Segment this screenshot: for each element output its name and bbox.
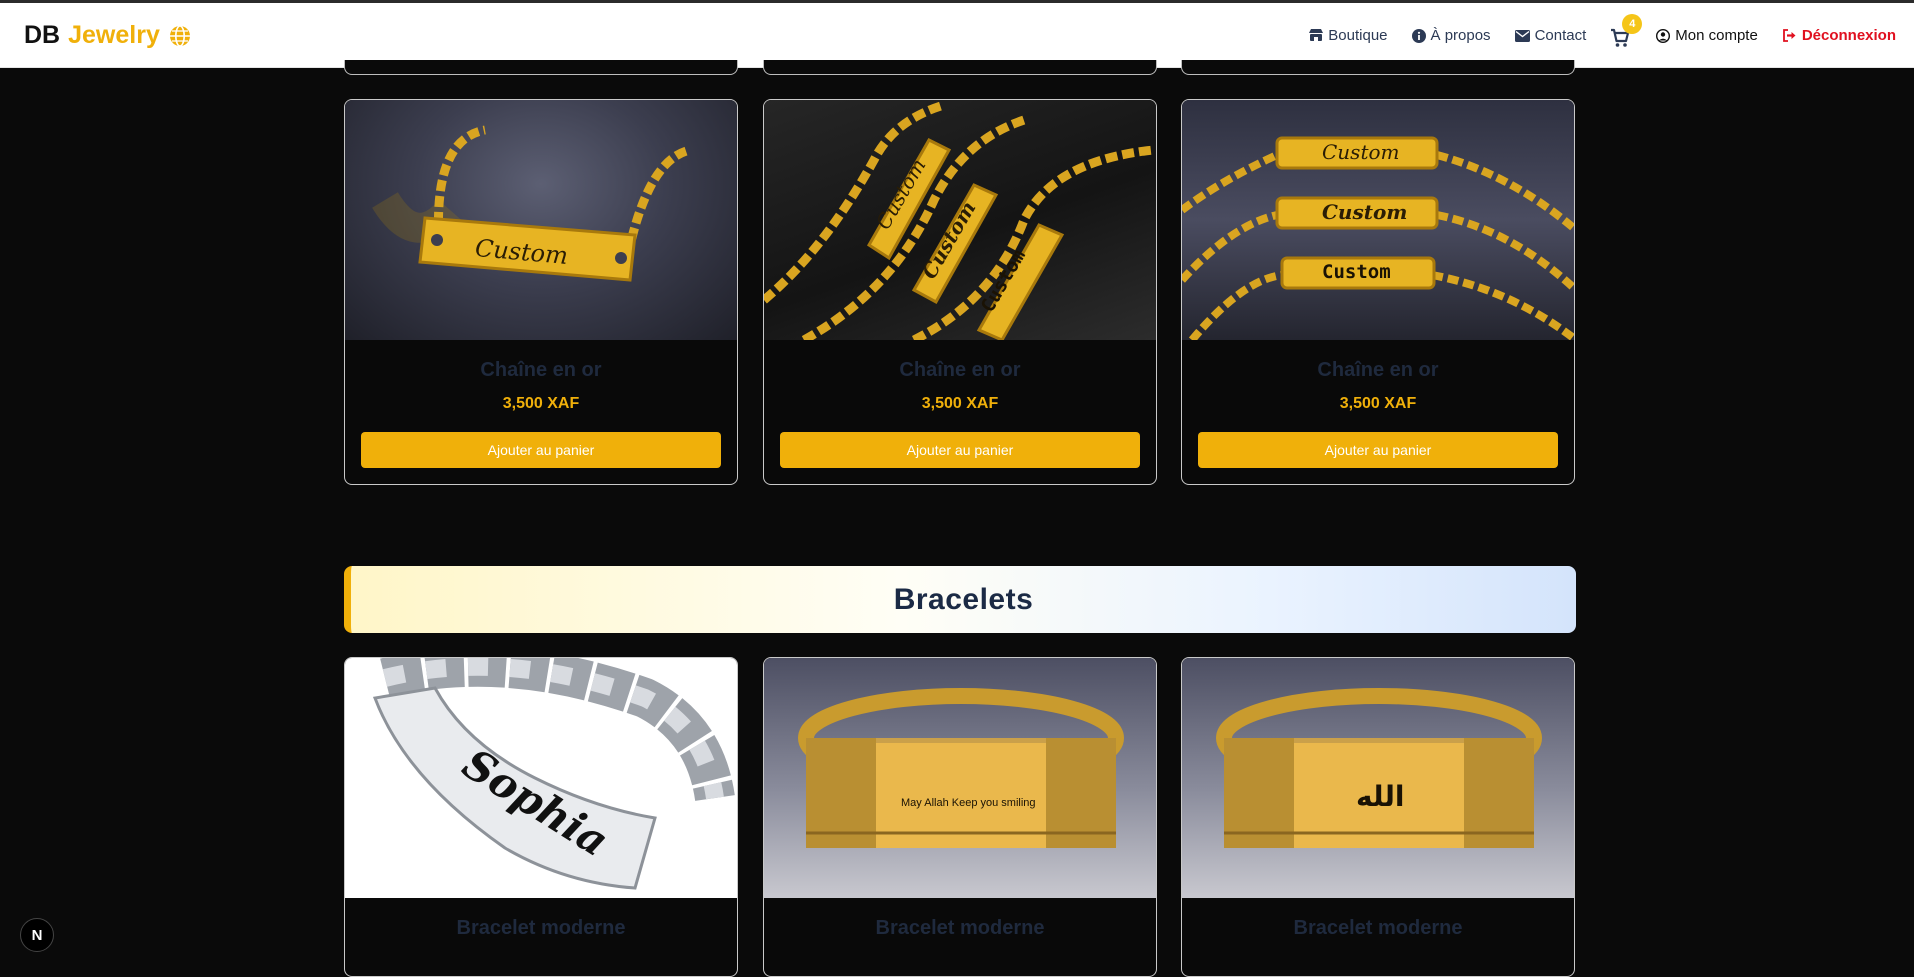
add-to-cart-button[interactable]: Ajouter au panier [361,432,721,468]
bracelet-illustration [1216,688,1542,848]
product-card-partial [1181,60,1575,75]
engraving-text: Custom [1322,200,1408,224]
nav-account[interactable]: Mon compte [1656,27,1758,44]
product-card-partial [763,60,1157,75]
product-name: Bracelet moderne [456,917,626,939]
nav-about[interactable]: À propos [1411,27,1491,44]
engraving-text: Custom [1322,261,1391,283]
product-name: Chaîne en or [1317,359,1439,381]
product-price: 3,500 XAF [1339,395,1417,412]
product-card: Custom Custom Custom Chaîne en or 3,500 … [1181,99,1575,485]
product-name: Chaîne en or [480,359,602,381]
nav-about-label: À propos [1430,27,1491,44]
product-price: 3,500 XAF [502,395,580,412]
user-circle-icon [1656,28,1671,43]
main-nav: Boutique À propos Contact 4 Mon compte D… [1309,3,1896,68]
nav-shop-label: Boutique [1328,27,1388,44]
brand-accent: Jewelry [68,21,160,49]
product-card-partial [344,60,738,75]
globe-icon [169,24,190,47]
chain-illustration [372,125,692,282]
nav-contact-label: Contact [1534,27,1587,44]
category-title: Bracelets [893,582,1034,616]
nav-contact[interactable]: Contact [1514,27,1587,44]
cart-button[interactable]: 4 [1610,13,1643,48]
product-name: Bracelet moderne [1293,917,1463,939]
product-name: Chaîne en or [899,359,1021,381]
add-to-cart-button[interactable]: Ajouter au panier [1198,432,1558,468]
product-image[interactable]: Custom Custom Custom [764,100,1156,340]
sign-out-icon [1782,29,1796,42]
bracelet-illustration [798,688,1124,848]
product-card: May Allah Keep you smiling Bracelet mode… [763,657,1157,977]
product-image[interactable]: Custom Custom Custom [1182,100,1574,340]
product-price: 3,500 XAF [921,395,999,412]
dev-tools-badge[interactable]: N [20,918,54,952]
product-image[interactable]: Custom [345,100,737,340]
brand-logo[interactable]: DB Jewelry [24,21,192,50]
engraving-text: Custom [1322,140,1400,164]
product-card: Custom Custom Custom Chaîne en or 3,500 … [763,99,1157,485]
product-image[interactable]: الله [1182,658,1574,898]
nav-shop[interactable]: Boutique [1309,27,1388,44]
product-name: Bracelet moderne [875,917,1045,939]
nav-account-label: Mon compte [1675,27,1758,44]
engraving-text: May Allah Keep you smiling [901,797,1036,809]
cart-count-badge: 4 [1622,13,1643,34]
envelope-icon [1514,29,1530,42]
info-icon [1411,28,1426,43]
product-card: Custom Chaîne en or 3,500 XAF Ajouter au… [344,99,738,485]
product-card: الله Bracelet moderne [1181,657,1575,977]
navbar: DB Jewelry Boutique À propos Contact 4 M… [0,3,1914,68]
product-image[interactable]: Sophia [345,658,737,898]
store-icon [1309,29,1324,41]
product-image[interactable]: May Allah Keep you smiling [764,658,1156,898]
nav-logout[interactable]: Déconnexion [1782,27,1896,44]
add-to-cart-button[interactable]: Ajouter au panier [780,432,1140,468]
category-header: Bracelets [344,566,1576,633]
brand-name: DB [24,21,61,49]
engraving-text: الله [1356,780,1405,813]
nav-logout-label: Déconnexion [1801,27,1896,44]
product-card: Sophia Bracelet moderne [344,657,738,977]
